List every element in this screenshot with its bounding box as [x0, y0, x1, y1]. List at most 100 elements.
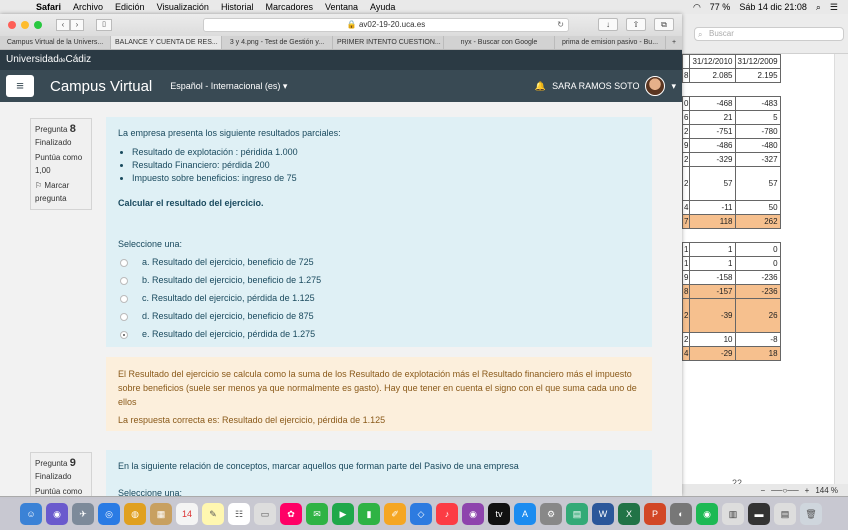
downloads-icon[interactable]: ↓: [598, 18, 618, 31]
keynote-app-icon[interactable]: ◇: [410, 502, 432, 525]
browser-tab[interactable]: BALANCE Y CUENTA DE RES...: [111, 36, 222, 49]
menu-edicion[interactable]: Edición: [115, 2, 145, 12]
flag-question-link[interactable]: ⚐ Marcar pregunta: [35, 179, 87, 205]
safari-icon[interactable]: ◎: [98, 502, 120, 525]
answer-option[interactable]: a. Resultado del ejercicio, beneficio de…: [118, 256, 640, 269]
document-scrollbar[interactable]: [834, 54, 848, 496]
battery-level[interactable]: 77 %: [710, 2, 731, 12]
launchpad-icon[interactable]: ✈: [72, 502, 94, 525]
radio-button[interactable]: [120, 258, 128, 267]
radio-button[interactable]: [120, 294, 128, 303]
browser-tab[interactable]: PRIMER INTENTO CUESTION...: [333, 36, 444, 49]
table-cell: -480: [734, 138, 781, 153]
menu-ayuda[interactable]: Ayuda: [370, 2, 395, 12]
share-icon[interactable]: ⇧: [626, 18, 646, 31]
contacts-icon[interactable]: ▦: [150, 502, 172, 525]
control-center-icon[interactable]: ☰: [830, 2, 838, 13]
answer-option[interactable]: e. Resultado del ejercicio, pérdida de 1…: [118, 328, 640, 341]
list-item: Impuesto sobre beneficios: ingreso de 75: [132, 172, 640, 185]
chrome-icon[interactable]: ◍: [124, 502, 146, 525]
menu-visualizacion[interactable]: Visualización: [157, 2, 209, 12]
answer-option[interactable]: d. Resultado del ejercicio, beneficio de…: [118, 310, 640, 323]
language-label: Español - Internacional (es): [170, 80, 281, 91]
avatar[interactable]: [645, 76, 666, 96]
table-cell: -8: [734, 332, 781, 347]
podcasts-icon[interactable]: ◉: [462, 502, 484, 525]
table-cell: 0: [734, 242, 781, 257]
answer-option[interactable]: b. Resultado del ejercicio, beneficio de…: [118, 274, 640, 287]
table-row: 2 -39 26: [681, 298, 781, 333]
keynote-icon[interactable]: ▭: [254, 502, 276, 525]
tab-overview-icon[interactable]: ⧉: [654, 18, 674, 31]
radio-button[interactable]: [120, 276, 128, 285]
zoom-slider[interactable]: ──○──: [771, 486, 799, 495]
bell-icon[interactable]: 🔔: [535, 81, 546, 92]
browser-tab[interactable]: 3 y 4.png - Test de Gestión y...: [222, 36, 333, 49]
clock[interactable]: Sáb 14 dic 21:08: [739, 2, 807, 12]
site-title[interactable]: Campus Virtual: [50, 78, 152, 95]
spotlight-icon[interactable]: ⌕: [816, 2, 821, 13]
menu-ventana[interactable]: Ventana: [325, 2, 358, 12]
sidebar-toggle-icon[interactable]: ▯: [96, 19, 112, 31]
menu-hamburger-icon[interactable]: ≡: [6, 75, 34, 97]
table-cell: -236: [734, 270, 781, 285]
reload-icon[interactable]: ↻: [557, 19, 564, 31]
trash-icon[interactable]: 🗑: [800, 502, 822, 525]
zoom-window-button[interactable]: [34, 21, 42, 29]
menu-archivo[interactable]: Archivo: [73, 2, 103, 12]
finder-icon[interactable]: ☺: [20, 502, 42, 525]
table-cell: -483: [734, 96, 781, 111]
menu-safari[interactable]: Safari: [36, 2, 61, 12]
select-label: Seleccione una:: [118, 488, 183, 496]
table-cell: -158: [689, 270, 736, 285]
language-selector[interactable]: Español - Internacional (es) ▾: [170, 81, 287, 92]
close-window-button[interactable]: [8, 21, 16, 29]
menu-historial[interactable]: Historial: [221, 2, 254, 12]
question-status: Finalizado: [35, 138, 72, 147]
word-icon[interactable]: W: [592, 502, 614, 525]
table-row: 110: [681, 242, 781, 257]
preview-icon[interactable]: ▤: [566, 502, 588, 525]
terminal-icon[interactable]: ▬: [748, 502, 770, 525]
browser-tab[interactable]: Campus Virtual de la Univers...: [0, 36, 111, 49]
zoom-out-icon[interactable]: −: [760, 486, 765, 495]
messages-icon[interactable]: ✉: [306, 502, 328, 525]
university-logo[interactable]: UniversidaddeCádiz: [6, 54, 91, 65]
wifi-icon[interactable]: ◠: [693, 2, 701, 13]
downloads-stack-icon[interactable]: ▥: [722, 502, 744, 525]
pages-icon[interactable]: ✐: [384, 502, 406, 525]
forward-button[interactable]: ›: [70, 19, 84, 31]
siri-icon[interactable]: ◉: [46, 502, 68, 525]
radio-button[interactable]: [120, 330, 128, 339]
user-menu[interactable]: 🔔 SARA RAMOS SOTO ▾: [535, 70, 676, 102]
answer-option[interactable]: c. Resultado del ejercicio, pérdida de 1…: [118, 292, 640, 305]
powerpoint-icon[interactable]: P: [644, 502, 666, 525]
table-cell: -157: [689, 284, 736, 299]
new-tab-button[interactable]: +: [666, 36, 682, 49]
photos-icon[interactable]: ✿: [280, 502, 302, 525]
document-stack-icon[interactable]: ▤: [774, 502, 796, 525]
zoom-level: 144 %: [815, 485, 838, 495]
address-bar[interactable]: 🔒 av02-19-20.uca.es ↻: [203, 18, 569, 32]
document-toolbar: ⌕ Buscar: [682, 14, 848, 54]
system-preferences-icon[interactable]: ⚙: [540, 502, 562, 525]
document-search-field[interactable]: ⌕ Buscar: [694, 27, 844, 41]
zoom-in-icon[interactable]: +: [805, 486, 810, 495]
spotify-icon[interactable]: ◉: [696, 502, 718, 525]
numbers-icon[interactable]: ▮: [358, 502, 380, 525]
back-button[interactable]: ‹: [56, 19, 70, 31]
browser-tab[interactable]: nyx - Buscar con Google: [444, 36, 555, 49]
facetime-icon[interactable]: ▶: [332, 502, 354, 525]
excel-icon[interactable]: X: [618, 502, 640, 525]
app-icon[interactable]: ◐: [670, 502, 692, 525]
music-icon[interactable]: ♪: [436, 502, 458, 525]
menu-marcadores[interactable]: Marcadores: [265, 2, 313, 12]
tv-icon[interactable]: tv: [488, 502, 510, 525]
browser-tab[interactable]: prima de emision pasivo - Bu...: [555, 36, 666, 49]
app-store-icon[interactable]: A: [514, 502, 536, 525]
notes-icon[interactable]: ✎: [202, 502, 224, 525]
radio-button[interactable]: [120, 312, 128, 321]
calendar-icon[interactable]: 14: [176, 502, 198, 525]
minimize-window-button[interactable]: [21, 21, 29, 29]
reminders-icon[interactable]: ☷: [228, 502, 250, 525]
